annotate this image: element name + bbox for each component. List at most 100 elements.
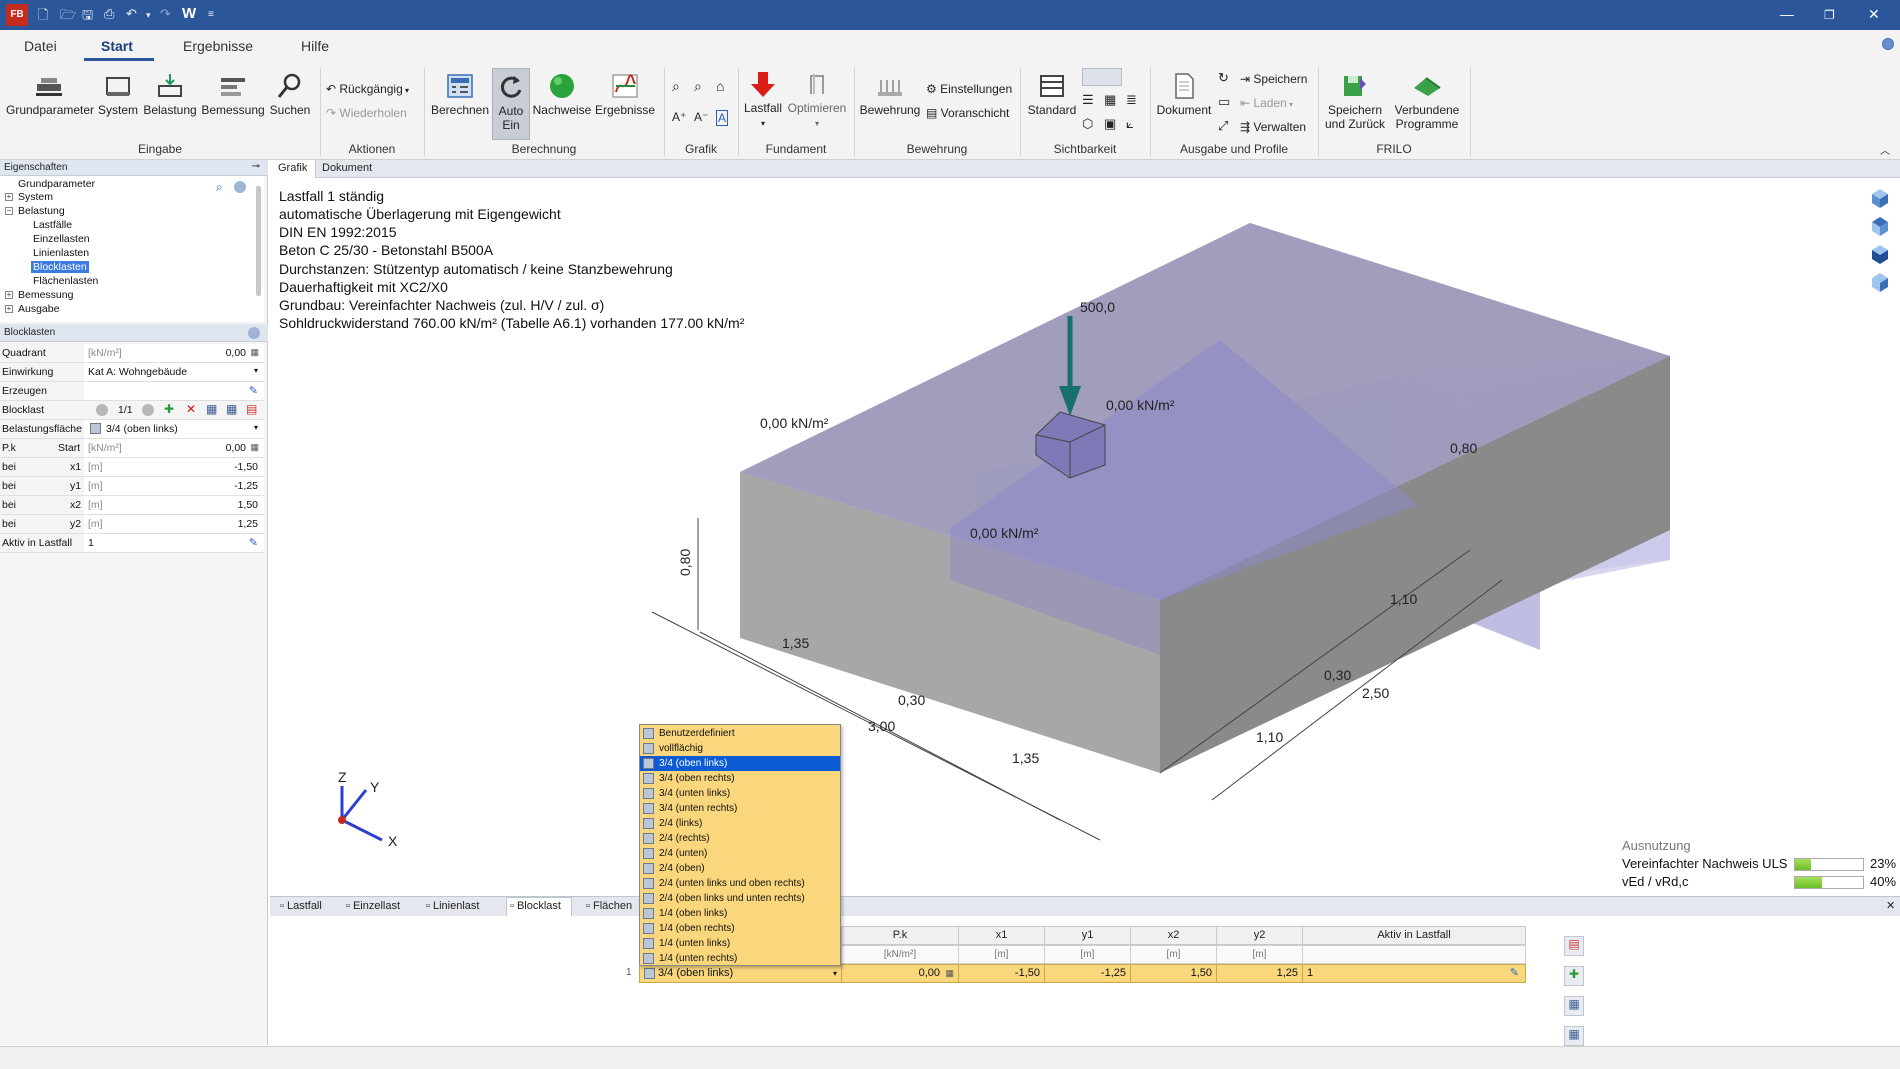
suchen-button[interactable]: Suchen — [268, 72, 312, 117]
view-cube-top-icon[interactable] — [1868, 214, 1892, 238]
dokument-button[interactable]: Dokument — [1156, 72, 1212, 117]
bottom-tab-lastfall[interactable]: ▫ Lastfall — [280, 900, 322, 912]
app-icon[interactable]: FB — [6, 4, 28, 26]
zoom-in-icon[interactable]: ⌕ — [672, 78, 680, 95]
close-icon[interactable]: ✕ — [1868, 6, 1880, 23]
dropdown-option[interactable]: vollflächig — [640, 741, 840, 756]
add-row-icon[interactable]: ✚ — [1564, 966, 1584, 986]
dropdown-option[interactable]: 2/4 (oben) — [640, 861, 840, 876]
einwirkung-select[interactable]: Kat A: Wohngebäude — [88, 366, 187, 378]
new-file-icon[interactable]: 🗋 — [38, 6, 48, 28]
tree-item-system[interactable]: System — [18, 191, 53, 203]
bottom-tab-blocklast[interactable]: ▫ Blocklast — [510, 900, 561, 912]
tree-item-linienlasten[interactable]: Linienlasten — [33, 247, 89, 259]
bottom-tab-einzellast[interactable]: ▫ Einzellast — [346, 900, 400, 912]
font-smaller-icon[interactable]: A⁻ — [694, 110, 708, 124]
nachweise-button[interactable]: Nachweise — [532, 72, 592, 117]
tab-hilfe[interactable]: Hilfe — [301, 38, 329, 54]
close-panel-icon[interactable]: ✕ — [1886, 899, 1895, 912]
collapse-section-icon[interactable] — [248, 327, 260, 339]
laden-button[interactable]: ⇤ Laden ▾ — [1240, 96, 1293, 110]
home-view-icon[interactable]: ⌂ — [716, 78, 724, 94]
tab-dokument[interactable]: Dokument — [314, 160, 380, 178]
open-folder-icon[interactable]: 🗁 — [60, 6, 76, 28]
copy-row-icon[interactable]: ▦ — [1564, 996, 1584, 1016]
cell-y1[interactable]: -1,25 — [1044, 964, 1131, 983]
tree-item-blocklasten[interactable]: Blocklasten — [31, 261, 89, 273]
einstellungen-button[interactable]: ⚙ Einstellungen — [926, 82, 1012, 96]
dropdown-option[interactable]: 3/4 (unten rechts) — [640, 801, 840, 816]
refresh-icon[interactable]: ↻ — [1218, 70, 1229, 86]
expand-icon[interactable]: + — [5, 193, 13, 201]
save-icon[interactable]: 🖫 — [82, 6, 93, 28]
expand-icon[interactable]: + — [5, 305, 13, 313]
tree-item-flaechenlasten[interactable]: Flächenlasten — [33, 275, 98, 287]
tree-item-einzellasten[interactable]: Einzellasten — [33, 233, 90, 245]
auto-ein-button[interactable]: Auto Ein — [492, 68, 530, 140]
dropdown-option[interactable]: 1/4 (unten links) — [640, 936, 840, 951]
column-header-aktiv[interactable]: Aktiv in Lastfall — [1302, 926, 1526, 945]
previous-icon[interactable] — [96, 404, 108, 416]
print-icon[interactable]: ⎙ — [104, 6, 114, 22]
tree-options-icon[interactable] — [234, 181, 246, 193]
delete-row-icon[interactable]: ▤ — [1564, 936, 1584, 956]
column-header-x2[interactable]: x2 — [1130, 926, 1217, 945]
chevron-down-icon[interactable]: ▾ — [254, 423, 258, 432]
x2-value[interactable]: 1,50 — [238, 499, 258, 511]
redo-icon[interactable]: ↷ — [160, 6, 171, 22]
optimieren-button[interactable]: Optimieren ▾ — [786, 70, 848, 131]
pin-icon[interactable]: ⊸ — [252, 161, 260, 172]
dropdown-option[interactable]: 1/4 (oben links) — [640, 906, 840, 921]
view-cube-side-icon[interactable] — [1868, 270, 1892, 294]
expand-icon[interactable]: + — [5, 291, 13, 299]
column-header-y2[interactable]: y2 — [1216, 926, 1303, 945]
cell-aktiv[interactable]: 1 ✎ — [1302, 964, 1526, 983]
tree-item-ausgabe[interactable]: Ausgabe — [18, 303, 59, 315]
tab-datei[interactable]: Datei — [24, 38, 57, 54]
belastung-button[interactable]: Belastung — [142, 72, 198, 117]
dropdown-option-selected[interactable]: 3/4 (oben links) — [640, 756, 840, 771]
undo-icon[interactable]: ↶ — [126, 6, 137, 22]
speichern-zurueck-button[interactable]: Speichern und Zurück — [1322, 72, 1388, 131]
rueckgaengig-button[interactable]: ↶ Rückgängig ▾ — [326, 82, 409, 96]
qat-customize-icon[interactable]: ≡ — [208, 9, 214, 20]
pk-value[interactable]: 0,00 — [226, 442, 246, 454]
visibility-toggle-1[interactable] — [1082, 68, 1122, 86]
verbundene-programme-button[interactable]: Verbundene Programme — [1390, 72, 1464, 131]
aktiv-in-lastfall-value[interactable]: 1 — [88, 537, 94, 549]
layers-icon[interactable]: ☰ — [1082, 92, 1094, 108]
tree-item-lastfaelle[interactable]: Lastfälle — [33, 219, 72, 231]
tab-grafik[interactable]: Grafik — [270, 160, 317, 178]
next-icon[interactable] — [142, 404, 154, 416]
help-icon[interactable] — [1882, 38, 1894, 50]
collapse-icon[interactable]: − — [5, 207, 13, 215]
verwalten-button[interactable]: ⇶ Verwalten — [1240, 120, 1306, 134]
restore-icon[interactable]: ❐ — [1824, 8, 1835, 22]
grid-view-icon[interactable]: ▦ — [1104, 92, 1116, 108]
calculator-icon[interactable]: ▦ — [945, 965, 954, 982]
column-header-x1[interactable]: x1 — [958, 926, 1045, 945]
ergebnisse-button[interactable]: Ergebnisse — [594, 72, 656, 117]
wiederholen-button[interactable]: ↷ Wiederholen — [326, 106, 407, 120]
quadrant-value[interactable]: 0,00 — [226, 347, 246, 359]
dropdown-option[interactable]: 2/4 (oben links und unten rechts) — [640, 891, 840, 906]
dropdown-option[interactable]: 3/4 (oben rechts) — [640, 771, 840, 786]
calculator-icon[interactable]: ▦ — [250, 442, 259, 453]
bemessung-button[interactable]: Bemessung — [200, 72, 266, 117]
export-icon[interactable]: ⤢ — [1218, 118, 1228, 134]
add-icon[interactable]: ✚ — [164, 402, 174, 416]
column-header-y1[interactable]: y1 — [1044, 926, 1131, 945]
belastungsflaeche-dropdown[interactable]: Benutzerdefiniert vollflächig 3/4 (oben … — [639, 724, 841, 966]
view-cube-iso-icon[interactable] — [1868, 186, 1892, 210]
word-icon[interactable]: W — [182, 5, 196, 22]
tree-scrollbar[interactable] — [256, 186, 261, 296]
edit-icon[interactable]: ✎ — [1510, 965, 1519, 982]
dropdown-option[interactable]: 3/4 (unten links) — [640, 786, 840, 801]
x1-value[interactable]: -1,50 — [234, 461, 258, 473]
axis-icon[interactable]: ⟀ — [1126, 116, 1134, 132]
zoom-fit-icon[interactable]: ⌕ — [694, 78, 702, 95]
bottom-tab-flaechen[interactable]: ▫ Flächen — [586, 900, 632, 912]
tree-item-bemessung[interactable]: Bemessung — [18, 289, 73, 301]
table-edit-icon[interactable]: ▦ — [226, 402, 237, 416]
cell-x1[interactable]: -1,50 — [958, 964, 1045, 983]
